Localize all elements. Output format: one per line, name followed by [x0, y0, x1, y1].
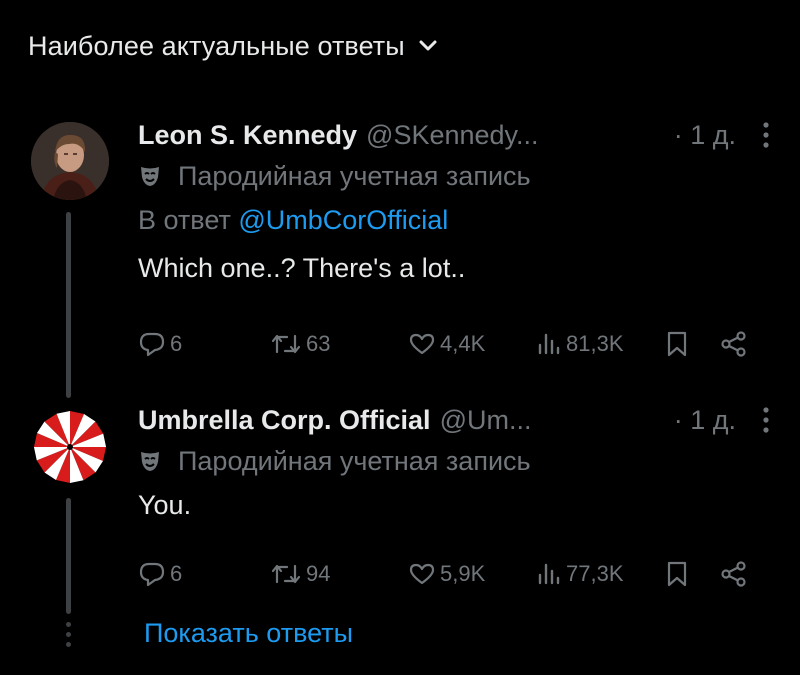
show-replies-link[interactable]: Показать ответы	[144, 618, 353, 649]
tweet-actions: 6 94 5,9K 77,3K	[138, 556, 772, 592]
views-count: 77,3K	[566, 561, 624, 586]
sort-label: Наиболее актуальные ответы	[28, 30, 405, 61]
share-button[interactable]	[720, 326, 748, 362]
like-count: 4,4K	[440, 331, 486, 356]
heart-icon	[409, 333, 435, 355]
more-vertical-icon	[763, 122, 769, 148]
parody-label: Пародийная учетная запись	[138, 444, 770, 478]
avatar-leon[interactable]	[31, 122, 109, 200]
author-name[interactable]: Umbrella Corp. Official	[138, 405, 431, 436]
share-button[interactable]	[720, 556, 748, 592]
like-button[interactable]: 5,9K	[408, 556, 485, 592]
author-handle[interactable]: @SKennedy...	[366, 120, 539, 151]
chevron-down-icon	[419, 40, 437, 51]
tweet-text: You.	[138, 490, 192, 520]
timestamp[interactable]: · 1 д.	[666, 120, 736, 151]
repost-count: 63	[306, 331, 331, 356]
repost-icon	[271, 334, 301, 354]
reply-icon	[139, 332, 165, 357]
reply-button[interactable]: 6	[138, 556, 182, 592]
tweet-text: Which one..? There's a lot..	[138, 253, 466, 283]
repost-button[interactable]: 94	[270, 556, 330, 592]
umbrella-logo-icon	[31, 408, 109, 486]
heart-icon	[409, 563, 435, 585]
bookmark-button[interactable]	[666, 326, 688, 362]
thread-line	[66, 212, 71, 398]
bookmark-button[interactable]	[666, 556, 688, 592]
bookmark-icon	[667, 331, 687, 357]
timestamp[interactable]: · 1 д.	[666, 405, 736, 436]
share-icon	[721, 561, 746, 587]
repost-count: 94	[306, 561, 331, 586]
tweet-actions: 6 63 4,4K 81,3K	[138, 326, 772, 362]
views-button[interactable]: 77,3K	[536, 556, 624, 592]
views-icon	[538, 563, 560, 585]
views-icon	[538, 333, 560, 355]
like-button[interactable]: 4,4K	[408, 326, 485, 362]
more-vertical-icon	[763, 407, 769, 433]
reply-prefix: В ответ	[138, 205, 231, 235]
more-options-button[interactable]	[736, 405, 770, 435]
author-handle[interactable]: @Um...	[440, 405, 532, 436]
thread-dots	[65, 622, 72, 652]
views-count: 81,3K	[566, 331, 624, 356]
parody-label: Пародийная учетная запись	[138, 159, 770, 193]
repost-button[interactable]: 63	[270, 326, 330, 362]
views-button[interactable]: 81,3K	[536, 326, 624, 362]
avatar-umbrella[interactable]	[31, 408, 109, 486]
share-icon	[721, 331, 746, 357]
more-options-button[interactable]	[736, 120, 770, 150]
thread-line	[66, 498, 71, 614]
reply-count: 6	[170, 331, 183, 356]
tweet-leon[interactable]: Leon S. Kennedy @SKennedy... · 1 д. Паро…	[138, 117, 770, 287]
parody-mask-icon	[141, 452, 159, 471]
reply-icon	[139, 562, 165, 587]
parody-text: Пародийная учетная запись	[178, 445, 531, 476]
parody-mask-icon	[141, 167, 159, 186]
bookmark-icon	[667, 561, 687, 587]
mention-link[interactable]: @UmbCorOfficial	[238, 205, 448, 235]
repost-icon	[271, 564, 301, 584]
reply-button[interactable]: 6	[138, 326, 182, 362]
replying-to: В ответ @UmbCorOfficial	[138, 205, 770, 239]
sort-dropdown[interactable]: Наиболее актуальные ответы	[28, 26, 437, 66]
reply-count: 6	[170, 561, 183, 586]
author-name[interactable]: Leon S. Kennedy	[138, 120, 357, 151]
tweet-umbrella[interactable]: Umbrella Corp. Official @Um... · 1 д. Па…	[138, 402, 770, 524]
like-count: 5,9K	[440, 561, 486, 586]
parody-text: Пародийная учетная запись	[178, 160, 531, 191]
